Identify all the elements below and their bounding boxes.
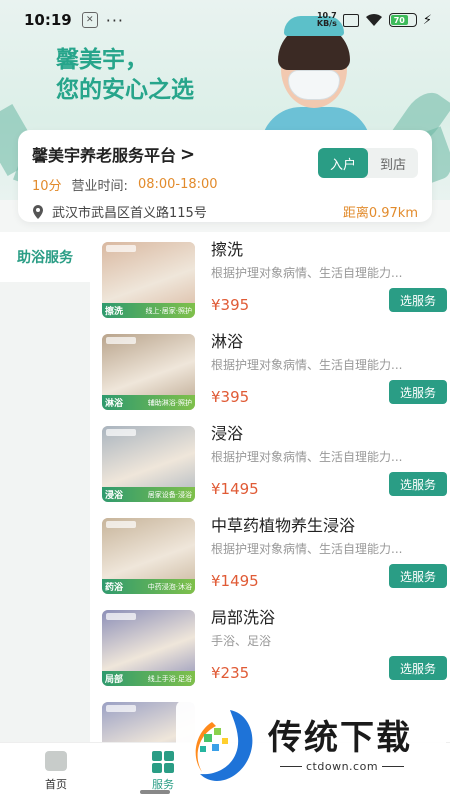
service-title: 局部洗浴 [211, 608, 276, 627]
service-thumbnail: 局部 线上手浴·足浴 [102, 610, 195, 686]
service-title: 擦洗 [211, 240, 244, 259]
thumbnail-caption: 线上·居家·照护 [145, 306, 192, 315]
hours-value: 08:00-18:00 [137, 177, 218, 192]
more-notifications-icon: ··· [105, 10, 125, 30]
sidebar-item-bathing-service[interactable]: 助浴服务 [0, 232, 90, 282]
service-description: 根据护理对象病情、生活自理能力... [211, 542, 403, 556]
sim-icon [342, 13, 359, 27]
service-mode-toggle: 入户 到店 [317, 148, 418, 178]
location-pin-icon [33, 204, 43, 219]
service-item[interactable]: 淋浴 辅助淋浴·照护 淋浴 根据护理对象病情、生活自理能力... ¥395 选服务 [102, 324, 448, 410]
battery-icon: 70 [388, 13, 417, 27]
banner-slogan-line2: 您的安心之选 [56, 77, 194, 103]
banner-slogan: 馨美宇， 您的安心之选 [56, 45, 194, 105]
status-bar: 10:19 ✕ ··· 10.7 KB/s 70 ⚡ [0, 0, 450, 40]
service-price: ¥1495 [211, 480, 259, 498]
thumbnail-tag: 药浴 [105, 583, 124, 593]
select-service-button[interactable]: 选服务 [389, 380, 447, 404]
select-service-button[interactable]: 选服务 [389, 288, 447, 312]
status-time: 10:19 [24, 11, 72, 29]
thumbnail-tag: 擦洗 [105, 307, 124, 317]
charging-icon: ⚡ [422, 12, 432, 28]
select-service-button[interactable]: 选服务 [389, 656, 447, 680]
thumbnail-tag: 淋浴 [105, 399, 124, 409]
sidebar-item-label: 助浴服务 [17, 250, 73, 266]
watermark-text: 传统下载 [268, 718, 412, 758]
store-eta: 10分 [32, 179, 62, 194]
home-indicator [140, 790, 170, 794]
thumbnail-tag: 局部 [105, 675, 124, 685]
chevron-right-icon: > [180, 143, 196, 165]
network-speed-unit: KB/s [316, 19, 337, 28]
category-sidebar: 助浴服务 [0, 232, 90, 742]
service-description: 根据护理对象病情、生活自理能力... [211, 450, 403, 464]
service-price: ¥1495 [211, 572, 259, 590]
thumbnail-caption: 居家设备·浸浴 [147, 490, 192, 499]
service-item[interactable]: 浸浴 居家设备·浸浴 浸浴 根据护理对象病情、生活自理能力... ¥1495 选服务 [102, 416, 448, 502]
service-price: ¥395 [211, 296, 250, 314]
service-title: 浸浴 [211, 424, 244, 443]
network-speed: 10.7 KB/s [317, 12, 337, 28]
service-icon [152, 751, 174, 773]
home-icon [45, 751, 67, 771]
hours-label: 营业时间: [71, 179, 128, 194]
store-distance: 距离0.97km [342, 206, 418, 221]
thumbnail-tag: 浸浴 [105, 491, 124, 501]
battery-level: 70 [390, 15, 408, 25]
banner-slogan-line1: 馨美宇， [56, 47, 148, 73]
service-price: ¥235 [211, 664, 250, 682]
nav-item-home[interactable]: 首页 [26, 751, 86, 792]
select-service-button[interactable]: 选服务 [389, 564, 447, 588]
service-description: 根据护理对象病情、生活自理能力... [211, 358, 403, 372]
system-notification-icon: ✕ [81, 12, 98, 28]
service-price: ¥395 [211, 388, 250, 406]
service-title: 中草药植物养生浸浴 [211, 516, 356, 535]
store-name: 馨美宇养老服务平台 [32, 146, 177, 165]
thumbnail-caption: 线上手浴·足浴 [147, 674, 192, 683]
service-thumbnail: 擦洗 线上·居家·照护 [102, 242, 195, 318]
mode-home-visit-button[interactable]: 入户 [317, 148, 368, 178]
service-item[interactable]: 局部 线上手浴·足浴 局部洗浴手浴、足浴 ¥235 选服务 [102, 600, 448, 686]
thumbnail-caption: 中药浸泡·沐浴 [147, 582, 192, 591]
service-list: 擦洗 线上·居家·照护 擦洗 根据护理对象病情、生活自理能力... ¥395 选服务 淋浴辅… [90, 232, 450, 742]
store-card: 馨美宇养老服务平台 > 入户 到店 10分 营业时间: 08:00-18:00 … [18, 130, 432, 222]
service-description: 根据护理对象病情、生活自理能力... [211, 266, 403, 280]
service-thumbnail: 浸浴 居家设备·浸浴 [102, 426, 195, 502]
service-thumbnail: 药浴 中药浸泡·沐浴 [102, 518, 195, 594]
service-item[interactable]: 擦洗 线上·居家·照护 擦洗 根据护理对象病情、生活自理能力... ¥395 选服务 [102, 232, 448, 318]
wifi-icon [365, 13, 382, 26]
service-description: 手浴、足浴 [211, 634, 272, 648]
store-address: 武汉市武昌区首义路115号 [52, 206, 207, 221]
watermark-url: ctdown.com [306, 760, 379, 773]
watermark-url-row: ctdown.com [280, 760, 405, 773]
watermark-overlay: 传统下载 ctdown.com [176, 700, 446, 800]
thumbnail-caption: 辅助淋浴·照护 [147, 398, 192, 407]
store-address-row: 武汉市武昌区首义路115号 距离0.97km [32, 202, 418, 221]
service-thumbnail: 淋浴 辅助淋浴·照护 [102, 334, 195, 410]
service-title: 淋浴 [211, 332, 244, 351]
nav-item-label: 首页 [45, 778, 67, 791]
watermark-logo [195, 710, 253, 781]
service-item[interactable]: 药浴 中药浸泡·沐浴 中草药植物养生浸浴根据护理对象病情、生活自理能力... ¥149… [102, 508, 448, 594]
mode-in-store-button[interactable]: 到店 [368, 148, 418, 178]
select-service-button[interactable]: 选服务 [389, 472, 447, 496]
